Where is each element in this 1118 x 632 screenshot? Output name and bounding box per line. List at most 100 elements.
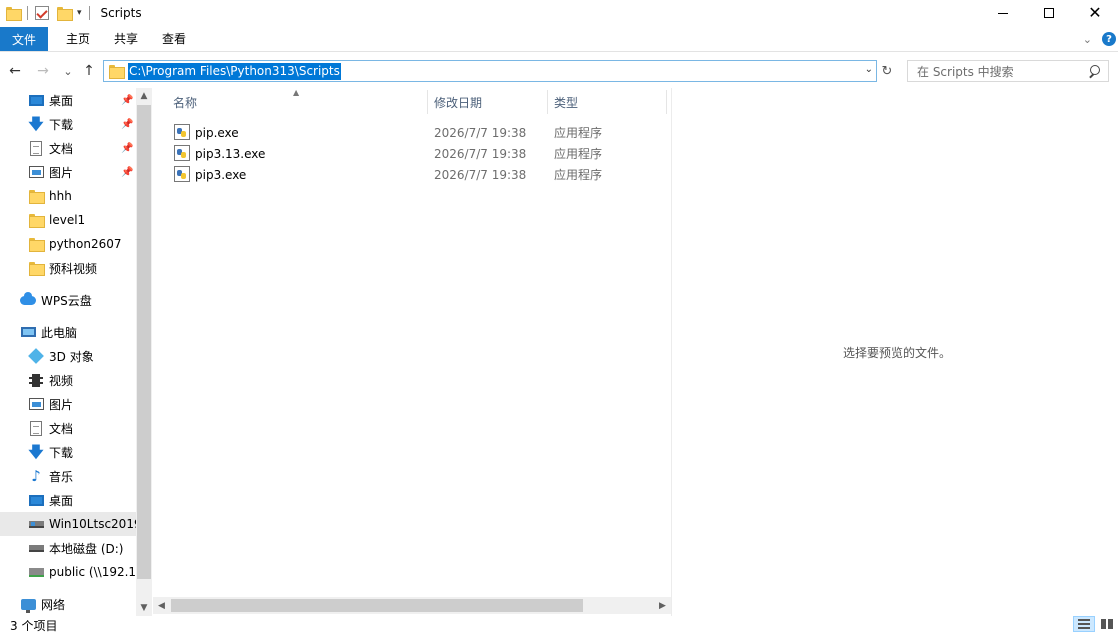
- search-input[interactable]: 在 Scripts 中搜索: [917, 63, 1014, 80]
- column-divider[interactable]: [666, 90, 667, 114]
- system-drive-icon: [28, 516, 44, 532]
- sidebar-item-pc-documents[interactable]: 文档: [0, 416, 136, 440]
- sidebar-item-level1[interactable]: level1: [0, 208, 136, 232]
- sidebar-item-label: 网络: [41, 597, 66, 612]
- column-header-name[interactable]: 名称: [173, 88, 197, 116]
- file-list-hscrollbar[interactable]: ◀ ▶: [153, 597, 671, 614]
- up-button[interactable]: ↑: [80, 61, 98, 81]
- tab-file[interactable]: 文件: [0, 27, 48, 51]
- column-header-date[interactable]: 修改日期: [434, 88, 482, 116]
- file-row[interactable]: pip3.exe 2026/7/7 19:38 应用程序: [170, 164, 667, 185]
- column-header-type[interactable]: 类型: [554, 88, 578, 116]
- hscroll-thumb[interactable]: [171, 599, 583, 612]
- maximize-button[interactable]: [1026, 0, 1072, 26]
- scroll-down-icon[interactable]: ▼: [136, 600, 152, 616]
- sidebar-item-local-disk-d[interactable]: 本地磁盘 (D:): [0, 536, 136, 560]
- file-date: 2026/7/7 19:38: [434, 167, 527, 182]
- scroll-up-icon[interactable]: ▲: [136, 88, 152, 104]
- sidebar-item-music[interactable]: ♪ 音乐: [0, 464, 136, 488]
- network-drive-icon: [28, 564, 44, 580]
- sidebar-item-pc-downloads[interactable]: 🡇 下载: [0, 440, 136, 464]
- file-date: 2026/7/7 19:38: [434, 146, 527, 161]
- sidebar-item-desktop[interactable]: 桌面 📌: [0, 88, 136, 112]
- folder-icon: [28, 188, 45, 204]
- sidebar-item-network[interactable]: 网络: [0, 592, 136, 616]
- sidebar-item-pc-pictures[interactable]: 图片: [0, 392, 136, 416]
- sidebar-item-label: hhh: [49, 189, 72, 203]
- sidebar-item-python2607[interactable]: python2607: [0, 232, 136, 256]
- minimize-button[interactable]: [980, 0, 1026, 26]
- tab-view[interactable]: 查看: [150, 27, 198, 51]
- refresh-button[interactable]: ↻: [879, 62, 895, 80]
- recent-locations-button[interactable]: ⌄: [62, 61, 74, 81]
- large-icons-view-button[interactable]: [1096, 616, 1118, 632]
- search-icon[interactable]: [1088, 65, 1100, 77]
- picture-icon: [28, 396, 44, 412]
- download-icon: 🡇: [28, 114, 44, 133]
- large-icons-view-icon: [1101, 619, 1113, 629]
- sidebar-item-pictures[interactable]: 图片 📌: [0, 160, 136, 184]
- sidebar-item-preview-videos[interactable]: 预科视频: [0, 256, 136, 280]
- file-row[interactable]: pip.exe 2026/7/7 19:38 应用程序: [170, 122, 667, 143]
- document-icon: [28, 140, 44, 156]
- scroll-left-icon[interactable]: ◀: [153, 597, 170, 614]
- pin-icon: 📌: [121, 118, 134, 130]
- file-type: 应用程序: [554, 147, 603, 161]
- file-row[interactable]: pip3.13.exe 2026/7/7 19:38 应用程序: [170, 143, 667, 164]
- desktop-icon: [28, 92, 44, 108]
- sidebar-item-this-pc[interactable]: 此电脑: [0, 320, 136, 344]
- sidebar-item-wps-cloud[interactable]: WPS云盘: [0, 288, 136, 312]
- column-headers: ▲ 名称 修改日期 类型: [153, 88, 667, 116]
- sidebar-item-label: 图片: [49, 165, 74, 180]
- sidebar-item-label: 文档: [49, 141, 74, 156]
- pin-icon: 📌: [121, 94, 134, 106]
- back-button[interactable]: ←: [6, 61, 24, 81]
- sidebar-item-public-share[interactable]: public (\\192.16: [0, 560, 136, 584]
- tab-home[interactable]: 主页: [54, 27, 102, 51]
- video-icon: [28, 372, 44, 388]
- navigation-bar: ← → ⌄ ↑ C:\Program Files\Python313\Scrip…: [0, 58, 1118, 84]
- close-icon: ✕: [1088, 3, 1102, 22]
- tab-share[interactable]: 共享: [102, 27, 150, 51]
- forward-button[interactable]: →: [34, 61, 52, 81]
- address-bar[interactable]: C:\Program Files\Python313\Scripts ⌄: [103, 60, 877, 82]
- sidebar-item-documents[interactable]: 文档 📌: [0, 136, 136, 160]
- minimize-icon: [998, 12, 1008, 14]
- sidebar-scroll-thumb[interactable]: [137, 105, 151, 579]
- close-button[interactable]: ✕: [1072, 0, 1118, 26]
- column-divider[interactable]: [547, 90, 548, 114]
- address-text[interactable]: C:\Program Files\Python313\Scripts: [128, 62, 341, 80]
- file-type: 应用程序: [554, 126, 603, 140]
- sidebar-item-label: 音乐: [49, 469, 74, 484]
- sidebar-scrollbar[interactable]: ▲ ▼: [136, 88, 152, 616]
- preview-pane-divider[interactable]: [671, 88, 672, 616]
- expand-ribbon-icon[interactable]: ⌄: [1083, 33, 1092, 46]
- sidebar-item-label: Win10Ltsc2019: [49, 517, 136, 531]
- folder-icon: [28, 212, 45, 228]
- sidebar-item-label: public (\\192.16: [49, 565, 136, 579]
- scroll-right-icon[interactable]: ▶: [654, 597, 671, 614]
- customize-toolbar-icon[interactable]: ▾: [77, 8, 82, 18]
- python-exe-icon: [174, 166, 190, 182]
- details-view-button[interactable]: [1073, 616, 1095, 632]
- sidebar-item-hhh[interactable]: hhh: [0, 184, 136, 208]
- file-name: pip3.13.exe: [195, 146, 266, 161]
- navigation-pane: 桌面 📌 🡇 下载 📌 文档 📌 图片 📌 hhh level1 python2…: [0, 88, 152, 616]
- sidebar-item-label: 3D 对象: [49, 349, 94, 364]
- download-icon: 🡇: [28, 442, 44, 461]
- new-folder-icon[interactable]: [57, 7, 73, 21]
- folder-icon[interactable]: [6, 7, 22, 21]
- sidebar-item-label: WPS云盘: [41, 293, 92, 308]
- sidebar-item-3d-objects[interactable]: 3D 对象: [0, 344, 136, 368]
- file-name: pip3.exe: [195, 167, 247, 182]
- sidebar-item-system-drive[interactable]: Win10Ltsc2019: [0, 512, 136, 536]
- address-dropdown-icon[interactable]: ⌄: [865, 64, 873, 75]
- properties-icon[interactable]: [35, 6, 49, 20]
- search-box[interactable]: 在 Scripts 中搜索: [907, 60, 1109, 82]
- sidebar-item-pc-desktop[interactable]: 桌面: [0, 488, 136, 512]
- network-icon: [20, 596, 36, 613]
- column-divider[interactable]: [427, 90, 428, 114]
- sidebar-item-downloads[interactable]: 🡇 下载 📌: [0, 112, 136, 136]
- help-icon[interactable]: ?: [1102, 32, 1116, 46]
- sidebar-item-videos[interactable]: 视频: [0, 368, 136, 392]
